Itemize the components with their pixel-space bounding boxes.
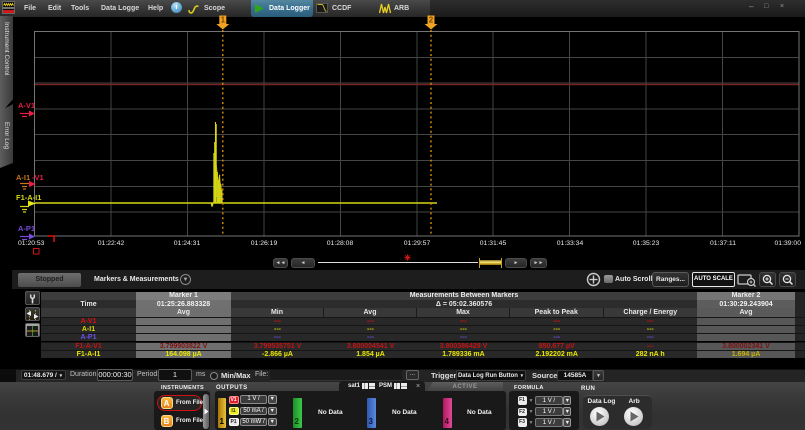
svg-text:01:22:42: 01:22:42 [98,240,125,247]
svg-text:A-P1: A-P1 [18,224,35,233]
svg-text:01:33:34: 01:33:34 [557,240,584,247]
svg-text:A-V1: A-V1 [18,101,35,110]
svg-text:01:28:08: 01:28:08 [327,240,354,247]
svg-text:01:35:23: 01:35:23 [633,240,660,247]
svg-text:01:24:31: 01:24:31 [174,240,201,247]
svg-text:1: 1 [221,16,226,25]
svg-text:01:20:53: 01:20:53 [18,240,45,247]
svg-text:01:26:19: 01:26:19 [251,240,278,247]
svg-text:01:31:45: 01:31:45 [480,240,507,247]
svg-text:-V1: -V1 [32,173,44,182]
svg-text:A-I1: A-I1 [16,173,30,182]
svg-text:F1-A-I1: F1-A-I1 [16,193,41,202]
svg-text:01:37:11: 01:37:11 [710,240,736,247]
svg-text:01:39:00: 01:39:00 [775,240,802,247]
svg-text:01:29:57: 01:29:57 [404,240,431,247]
svg-text:2: 2 [429,16,434,25]
